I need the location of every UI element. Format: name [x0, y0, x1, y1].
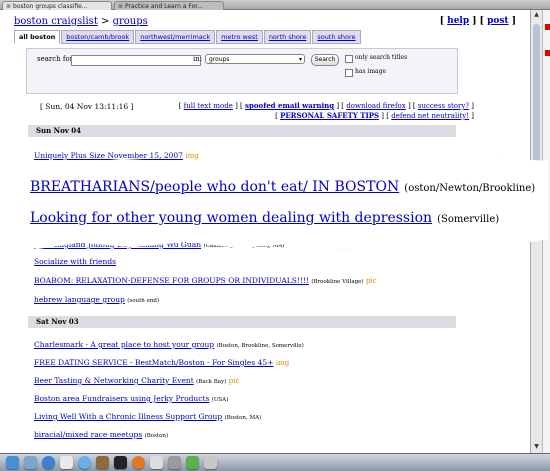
- window-marker: [545, 50, 550, 56]
- success-story-link[interactable]: success story?: [418, 102, 469, 110]
- category-value: groups: [209, 56, 230, 63]
- close-tab-icon[interactable]: ⊗: [6, 3, 11, 10]
- post-location: (Boston, Brookline, Somerville): [216, 343, 304, 349]
- finder-icon[interactable]: [6, 456, 19, 469]
- list-item: hebrew language group (south end): [34, 295, 159, 304]
- search-panel: search for: in: groups ▾ Search only sea…: [26, 48, 458, 94]
- list-item: Charlesmark - A great place to host your…: [34, 340, 304, 349]
- post-location: (Somerville): [437, 214, 500, 225]
- area-tab-boston-camb-brook[interactable]: boston/camb/brook: [61, 30, 135, 44]
- day-header: Sat Nov 03: [28, 316, 456, 328]
- post-tag: img: [275, 359, 290, 367]
- breadcrumb-site-link[interactable]: boston craigslist: [14, 16, 98, 27]
- post-location: (Boston, MA): [224, 415, 262, 421]
- full-text-mode-link[interactable]: full text mode: [184, 102, 233, 110]
- area-tabs: all boston boston/camb/brook northwest/m…: [14, 30, 362, 44]
- list-item: Looking for other young women dealing wi…: [30, 207, 499, 226]
- post-link[interactable]: Beer Tasting & Networking Charity Event: [34, 376, 194, 385]
- only-titles-checkbox[interactable]: [345, 55, 353, 63]
- has-image-label: has image: [355, 68, 387, 75]
- list-item: BREATHARIANS/people who don't eat/ IN BO…: [30, 176, 535, 195]
- post-location: (south end): [127, 298, 160, 304]
- list-item: Beer Tasting & Networking Charity Event …: [34, 376, 239, 385]
- firefox-icon[interactable]: [132, 456, 145, 469]
- post-link[interactable]: FREE DATING SERVICE - BestMatch/Boston -…: [34, 358, 273, 367]
- area-tab-northwest-merrimack[interactable]: northwest/merrimack: [135, 30, 216, 44]
- preferences-icon[interactable]: [168, 456, 181, 469]
- list-item: Socialize with friends: [34, 257, 116, 266]
- list-item: BOABOM: RELAXATION-DEFENSE FOR GROUPS OR…: [34, 276, 377, 285]
- list-item: Living Well With a Chronic Illness Suppo…: [34, 412, 261, 421]
- area-tab-metro-west[interactable]: metro west: [216, 30, 263, 44]
- safari-icon[interactable]: [42, 456, 55, 469]
- post-link[interactable]: hebrew language group: [34, 295, 125, 304]
- help-link[interactable]: help: [447, 16, 469, 26]
- chat-icon[interactable]: [186, 456, 199, 469]
- post-link[interactable]: Boston area Fundraisers using Jerky Prod…: [34, 394, 209, 403]
- list-item: biracial/mixed race meetups (Boston): [34, 430, 168, 439]
- search-label: search for:: [37, 55, 76, 63]
- post-tag: pic: [228, 377, 240, 385]
- net-neutrality-link[interactable]: defend net neutrality!: [391, 112, 469, 120]
- post-link[interactable]: Uniquely Plus Size November 15, 2007: [34, 151, 183, 160]
- category-select[interactable]: groups ▾: [205, 54, 305, 64]
- post-location: (USA): [211, 397, 229, 403]
- tab-label: boston groups classifie...: [13, 2, 88, 10]
- breadcrumb-separator: >: [101, 16, 110, 27]
- scroll-down-icon[interactable]: ▼: [532, 443, 541, 452]
- itunes-icon[interactable]: [78, 456, 91, 469]
- area-tab-all-boston[interactable]: all boston: [14, 30, 61, 44]
- post-link[interactable]: Charlesmark - A great place to host your…: [34, 340, 214, 349]
- safety-tips-link[interactable]: PERSONAL SAFETY TIPS: [280, 111, 379, 120]
- x11-icon[interactable]: [150, 456, 163, 469]
- post-link[interactable]: Socialize with friends: [34, 257, 116, 266]
- top-links: [ help ] [ post ]: [439, 16, 516, 26]
- close-tab-icon[interactable]: ⊗: [118, 3, 123, 10]
- calendar-icon[interactable]: [60, 456, 73, 469]
- post-link[interactable]: post: [487, 16, 509, 26]
- has-image-checkbox[interactable]: [345, 69, 353, 77]
- area-tab-north-shore[interactable]: north shore: [263, 30, 312, 44]
- trash-icon[interactable]: [204, 456, 217, 469]
- breadcrumb: boston craigslist > groups: [14, 16, 148, 27]
- chevron-down-icon: ▾: [298, 56, 302, 63]
- current-date: [ Sun, 04 Nov 13:11:16 ]: [40, 102, 134, 111]
- post-link[interactable]: BOABOM: RELAXATION-DEFENSE FOR GROUPS OR…: [34, 276, 309, 285]
- breadcrumb-section-link[interactable]: groups: [113, 16, 148, 27]
- post-location: (Back Bay): [196, 379, 227, 385]
- terminal-icon[interactable]: [114, 456, 127, 469]
- post-tag: img: [185, 152, 199, 160]
- photos-icon[interactable]: [96, 456, 109, 469]
- tab-label: Practice and Learn a For...: [125, 2, 203, 10]
- post-location: (oston/Newton/Brookline): [404, 183, 536, 194]
- list-item: Boston area Fundraisers using Jerky Prod…: [34, 394, 228, 403]
- search-button[interactable]: Search: [311, 54, 339, 66]
- post-link[interactable]: Living Well With a Chronic Illness Suppo…: [34, 412, 222, 421]
- post-link[interactable]: biracial/mixed race meetups: [34, 430, 142, 439]
- browser-tab-strip: ⊗ boston groups classifie... ⊗ Practice …: [0, 0, 550, 10]
- post-link[interactable]: Looking for other young women dealing wi…: [30, 210, 432, 226]
- scrollbar-thumb[interactable]: [533, 24, 540, 164]
- post-location: (Brookline Village): [311, 279, 364, 285]
- dock: [0, 453, 550, 471]
- post-tag: pic: [365, 277, 377, 285]
- area-tab-south-shore[interactable]: south shore: [312, 30, 361, 44]
- search-input[interactable]: [71, 55, 201, 66]
- list-item: Uniquely Plus Size November 15, 2007 img: [34, 151, 199, 160]
- tab-practice-learn[interactable]: ⊗ Practice and Learn a For...: [114, 1, 224, 10]
- download-firefox-link[interactable]: download firefox: [346, 102, 405, 110]
- day-header: Sun Nov 04: [28, 125, 456, 137]
- post-link[interactable]: BREATHARIANS/people who don't eat/ IN BO…: [30, 179, 399, 195]
- scroll-up-icon[interactable]: ▲: [532, 11, 541, 20]
- mail-icon[interactable]: [24, 456, 37, 469]
- info-links: [ full text mode ] [ spoofed email warni…: [178, 101, 474, 120]
- window-marker: [545, 24, 550, 30]
- tab-boston-groups[interactable]: ⊗ boston groups classifie...: [2, 1, 112, 10]
- spoofed-email-link[interactable]: spoofed email warning: [245, 101, 334, 110]
- list-item: FREE DATING SERVICE - BestMatch/Boston -…: [34, 358, 289, 367]
- zoomed-callout: BREATHARIANS/people who don't eat/ IN BO…: [16, 158, 548, 250]
- in-label: in:: [193, 55, 203, 63]
- post-location: (Boston): [144, 433, 169, 439]
- only-titles-label: only search titles: [355, 54, 408, 61]
